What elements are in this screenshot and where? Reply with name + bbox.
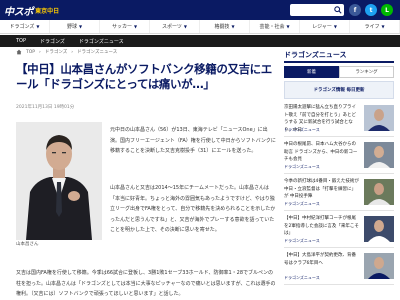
search-box[interactable]	[290, 4, 344, 16]
nav-item-life[interactable]: ライフ ▼	[350, 20, 400, 33]
article-photo	[16, 122, 102, 240]
article-title: 【中日】山本昌さんがソフトバンク移籍の又吉にエール「ドラゴンズにとっては痛いが……	[16, 62, 272, 91]
logo-sub-text: 東京中日	[35, 7, 60, 15]
tab-latest[interactable]: 新着	[284, 66, 339, 78]
sub-nav: TOP ドラゴンズ ドラゴンズニュース	[0, 35, 400, 47]
article-paragraph: 山本昌さんと又吉は2014～15年にチームメートだった。山本昌さんは「本当に好青…	[110, 185, 276, 233]
nav-label: 格闘技	[214, 24, 230, 30]
chevron-down-icon: ▼	[36, 24, 40, 29]
chevron-down-icon: ▼	[381, 24, 385, 29]
breadcrumb-dragons[interactable]: ドラゴンズ	[45, 49, 67, 55]
site-header: 中スポ 東京中日 f t L	[0, 0, 400, 20]
chevron-down-icon: ▼	[333, 24, 337, 29]
photo-caption: 山本昌さん	[16, 242, 39, 247]
nav-label: 野球	[66, 24, 77, 30]
chevron-down-icon: ▼	[183, 24, 187, 29]
news-tag[interactable]: ドラゴンズニュース	[284, 201, 320, 207]
news-item[interactable]: 京田陽太遊撃に猛ん立ち直りプライト敬え「前で自分を打とう」あとどうする 又に新試…	[284, 101, 394, 137]
breadcrumb-separator: ›	[71, 49, 74, 55]
logo-main-text: 中スポ	[4, 6, 34, 18]
news-tag[interactable]: ドラゴンズニュース	[284, 164, 320, 170]
sidebar-title: ドラゴンズニュース	[284, 49, 394, 63]
news-thumbnail[interactable]	[364, 179, 394, 205]
subnav-item-dragons-news[interactable]: ドラゴンズニュース	[79, 38, 124, 45]
line-icon[interactable]: L	[381, 4, 393, 16]
category-nav: ドラゴンズ ▼ 野球 ▼ サッカー ▼ スポーツ ▼ 格闘技 ▼ 芸能・社会 ▼ レジャー ▼…	[0, 20, 400, 34]
tab-ranking[interactable]: ランキング	[339, 66, 394, 78]
news-headline[interactable]: 【中日】大島洋平が契約更改、背番号はクラブ6年目へ	[284, 252, 360, 267]
news-item[interactable]: 今季の新打球は4番目・鍛えた技術が中日・立浪監督は「打撃を練習に」が 中日投手陣…	[284, 175, 394, 211]
article-paragraph: 又吉は国内FA権を行使して移籍。今季は66試合に登板し、3勝1敗1セーブ33ホー…	[16, 270, 276, 297]
person-photo	[16, 122, 102, 240]
news-item[interactable]: 中日の根尾昂、日本ハム大谷からの助言 ドラゴンズから、中日の新コーチも会見 ドラ…	[284, 138, 394, 174]
nav-label: サッカー	[111, 24, 132, 30]
search-input[interactable]	[290, 7, 330, 13]
nav-item-sports[interactable]: スポーツ ▼	[150, 20, 200, 33]
nav-item-baseball[interactable]: 野球 ▼	[50, 20, 100, 33]
news-item[interactable]: 【中日】中村紀洋打撃コーチが根尾を2軍指導した会談に言及「来年こそは」 ドラゴン…	[284, 212, 394, 248]
home-icon[interactable]	[16, 49, 22, 55]
chevron-down-icon: ▼	[78, 24, 83, 29]
nav-label: 芸能・社会	[259, 24, 285, 30]
nav-label: ライフ	[364, 24, 380, 30]
nav-item-entertainment[interactable]: 芸能・社会 ▼	[250, 20, 300, 33]
news-headline[interactable]: 今季の新打球は4番目・鍛えた技術が中日・立浪監督は「打撃を練習に」が 中日投手陣	[284, 178, 360, 201]
news-thumbnail[interactable]	[364, 105, 394, 131]
breadcrumb-top[interactable]: TOP	[26, 50, 35, 55]
sidebar-banner[interactable]: ドラゴンズ情報 毎日更新	[284, 81, 394, 99]
nav-item-leisure[interactable]: レジャー ▼	[300, 20, 350, 33]
breadcrumb-dragons-news[interactable]: ドラゴンズニュース	[77, 49, 117, 55]
subnav-item-dragons[interactable]: ドラゴンズ	[40, 38, 65, 45]
nav-item-fighting[interactable]: 格闘技 ▼	[200, 20, 250, 33]
news-thumbnail[interactable]	[364, 142, 394, 168]
chevron-down-icon: ▼	[133, 24, 138, 29]
news-headline[interactable]: 【中日】中村紀洋打撃コーチが根尾を2軍指導した会談に言及「来年こそは」	[284, 215, 360, 238]
nav-label: レジャー	[312, 24, 332, 30]
facebook-icon[interactable]: f	[349, 4, 361, 16]
search-icon[interactable]	[334, 6, 342, 14]
chevron-down-icon: ▼	[231, 24, 235, 29]
breadcrumb: TOP › ドラゴンズ › ドラゴンズニュース	[16, 49, 117, 55]
news-thumbnail[interactable]	[364, 216, 394, 242]
subnav-item-top[interactable]: TOP	[16, 38, 26, 44]
twitter-icon[interactable]: t	[365, 4, 377, 16]
news-tag[interactable]: ドラゴンズニュース	[284, 238, 320, 244]
news-thumbnail[interactable]	[364, 253, 394, 279]
article-paragraph: 元中日の山本昌さん（56）が13日、東海テレビ「ニュースOne」に出演。国内フリ…	[110, 127, 276, 154]
sidebar-tabs: 新着 ランキング	[284, 66, 394, 78]
nav-label: スポーツ	[162, 24, 182, 30]
news-tag[interactable]: ドラゴンズニュース	[284, 127, 320, 133]
article-timestamp: 2021年11月13日 19時01分	[16, 105, 75, 110]
news-headline[interactable]: 中日の根尾昂、日本ハム大谷からの助言 ドラゴンズから、中日の新コーチも会見	[284, 141, 360, 164]
site-logo[interactable]: 中スポ 東京中日	[4, 3, 60, 18]
nav-item-dragons[interactable]: ドラゴンズ ▼	[0, 20, 50, 33]
news-tag[interactable]: ドラゴンズニュース	[284, 275, 320, 281]
nav-label: ドラゴンズ	[9, 24, 35, 30]
news-item[interactable]: 【中日】大島洋平が契約更改、背番号はクラブ6年目へ ドラゴンズニュース	[284, 249, 394, 285]
nav-item-soccer[interactable]: サッカー ▼	[100, 20, 150, 33]
breadcrumb-separator: ›	[39, 49, 41, 55]
chevron-down-icon: ▼	[286, 24, 290, 29]
